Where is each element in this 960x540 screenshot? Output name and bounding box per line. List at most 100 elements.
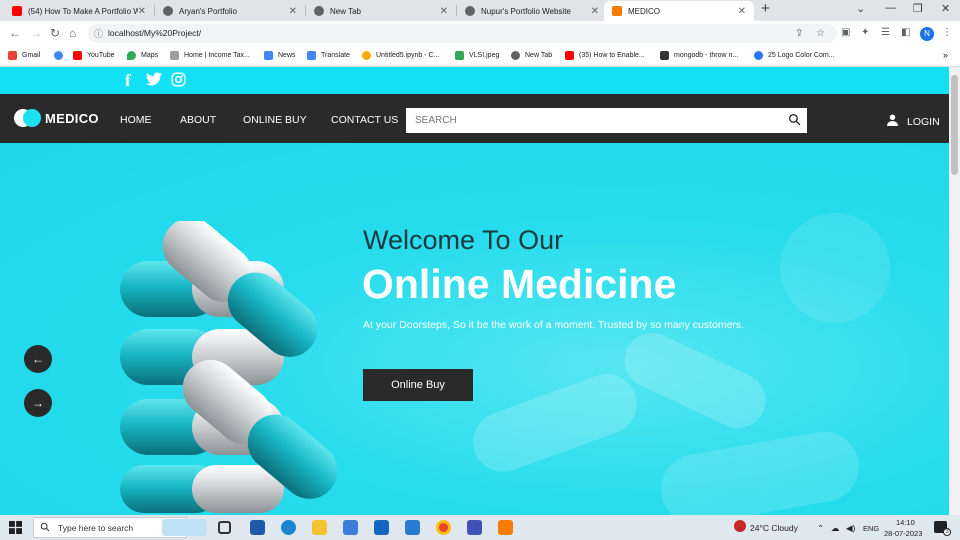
windows-start-icon[interactable] [9, 521, 22, 539]
close-icon[interactable]: ✕ [440, 6, 448, 17]
bookmark-news[interactable]: News [264, 51, 296, 60]
online-buy-button[interactable]: Online Buy [363, 369, 473, 401]
page-icon [170, 51, 179, 60]
clock-time[interactable]: 14:10 [896, 518, 915, 527]
bookmark-label: Untitled5.ipynb - C... [376, 52, 440, 59]
bookmark-colab[interactable]: Untitled5.ipynb - C... [362, 51, 439, 60]
photos-icon[interactable] [343, 520, 358, 535]
tab-nupurs-portfolio[interactable]: Nupur's Portfolio Website ✕ [457, 1, 607, 21]
bookmark-star-icon[interactable]: ☆ [816, 28, 825, 39]
nav-home[interactable]: HOME [120, 114, 152, 126]
forward-icon[interactable]: → [30, 26, 42, 40]
minimize-icon[interactable]: — [885, 2, 896, 14]
globe-icon [511, 51, 520, 60]
tray-overflow-icon[interactable]: ⌃ [817, 523, 824, 534]
close-icon[interactable]: ✕ [138, 6, 146, 17]
bookmark-logo-color[interactable]: 25 Logo Color Com... [754, 51, 835, 60]
tab-search-icon[interactable]: ⌄ [856, 2, 865, 15]
bookmark-label: VLSI.jpeg [469, 52, 500, 59]
bookmark-youtube[interactable]: YouTube [73, 51, 115, 60]
clock-date[interactable]: 28-07-2023 [884, 529, 922, 538]
bookmark-how-to-enable[interactable]: (35) How to Enable... [565, 51, 645, 60]
menu-icon[interactable]: ⋮ [942, 27, 952, 38]
window-close-icon[interactable]: ✕ [941, 2, 950, 15]
xampp-icon[interactable] [498, 520, 513, 535]
volume-icon[interactable]: ◀) [846, 523, 855, 534]
page-scrollbar[interactable] [949, 67, 960, 515]
nav-about[interactable]: ABOUT [180, 114, 216, 126]
vscode-icon[interactable] [405, 520, 420, 535]
bookmark-mongodb[interactable]: mongodb - throw n... [660, 51, 738, 60]
tab-medico[interactable]: MEDICO ✕ [604, 1, 754, 21]
profile-avatar[interactable]: N [920, 27, 934, 41]
info-icon[interactable]: ⓘ [94, 27, 103, 40]
stackoverflow-icon [660, 51, 669, 60]
nav-contact-us[interactable]: CONTACT US [331, 114, 398, 126]
translate-icon [307, 51, 316, 60]
network-icon[interactable]: ☁ [831, 523, 840, 534]
weather-text[interactable]: 24°C Cloudy [750, 523, 798, 533]
facebook-icon[interactable]: f [125, 71, 131, 91]
slider-next-button[interactable]: → [24, 389, 52, 417]
capsule [120, 465, 284, 513]
file-explorer-icon[interactable] [312, 520, 327, 535]
address-toolbar: ← → ↻ ⌂ ⓘ localhost/My%20Project/ ⇪ ☆ ▣ … [0, 21, 960, 46]
edge-icon[interactable] [281, 520, 296, 535]
bookmark-new-tab[interactable]: New Tab [511, 51, 552, 60]
reload-icon[interactable]: ↻ [50, 26, 60, 40]
tab-aryans-portfolio[interactable]: Aryan's Portfolio ✕ [155, 1, 305, 21]
bookmark-label: New Tab [525, 52, 553, 59]
tab-new-tab[interactable]: New Tab ✕ [306, 1, 456, 21]
bookmark-label: Maps [141, 52, 159, 59]
bookmark-maps[interactable]: Maps [127, 51, 158, 60]
close-icon[interactable]: ✕ [289, 6, 297, 17]
slider-prev-button[interactable]: ← [24, 345, 52, 373]
url-text[interactable]: localhost/My%20Project/ [108, 28, 201, 38]
chrome-icon[interactable] [436, 520, 451, 535]
extension-icon[interactable]: ▣ [841, 27, 850, 38]
login-button[interactable]: LOGIN [887, 114, 940, 129]
bookmark-label: Translate [321, 52, 350, 59]
search-input[interactable] [406, 108, 786, 133]
restore-icon[interactable]: ❐ [913, 2, 923, 15]
nav-online-buy[interactable]: ONLINE BUY [243, 114, 307, 126]
bookmark-label: YouTube [87, 52, 115, 59]
weather-alert-icon[interactable] [734, 520, 746, 532]
xampp-icon [612, 6, 622, 16]
puzzle-icon[interactable]: ✦ [861, 27, 869, 38]
language-indicator[interactable]: ENG [863, 524, 879, 533]
home-icon[interactable]: ⌂ [69, 26, 76, 40]
close-icon[interactable]: ✕ [591, 6, 599, 17]
tab-label: MEDICO [628, 6, 660, 16]
reading-list-icon[interactable]: ☰ [881, 27, 890, 38]
bookmark-gmail[interactable]: Gmail [8, 51, 40, 60]
tab-youtube-portfolio[interactable]: (54) How To Make A Portfolio We ✕ [4, 1, 154, 21]
logo-mark [14, 109, 42, 127]
colab-icon [362, 51, 371, 60]
close-icon[interactable]: ✕ [738, 6, 746, 17]
bookmark-translate[interactable]: Translate [307, 51, 350, 60]
search-icon[interactable] [788, 113, 801, 131]
more-bookmarks-button[interactable]: » [943, 50, 948, 60]
new-tab-button[interactable]: + [761, 0, 770, 17]
bookmark-label: Gmail [22, 52, 41, 59]
bookmark-google[interactable] [54, 51, 68, 60]
store-icon[interactable] [250, 520, 265, 535]
bookmark-vlsi[interactable]: VLSI.jpeg [455, 51, 499, 60]
bookmark-income-tax[interactable]: Home | Income Tax... [170, 51, 250, 60]
twitter-icon[interactable] [146, 72, 162, 90]
mail-icon[interactable] [374, 520, 389, 535]
share-icon[interactable]: ⇪ [795, 28, 803, 39]
site-logo[interactable]: MEDICO [14, 109, 99, 127]
bookmarks-bar: Gmail YouTube Maps Home | Income Tax... … [0, 46, 960, 67]
scrollbar-thumb[interactable] [951, 75, 958, 175]
address-bar[interactable]: ⓘ localhost/My%20Project/ ⇪ ☆ [88, 24, 837, 43]
globe-icon [314, 6, 324, 16]
back-icon[interactable]: ← [9, 26, 21, 40]
terminal-icon[interactable] [467, 520, 482, 535]
search-highlight-icon[interactable] [162, 519, 207, 536]
side-panel-icon[interactable]: ◧ [901, 27, 910, 38]
instagram-icon[interactable] [171, 72, 186, 91]
task-view-icon[interactable] [218, 521, 231, 534]
brand-name: MEDICO [45, 110, 99, 126]
